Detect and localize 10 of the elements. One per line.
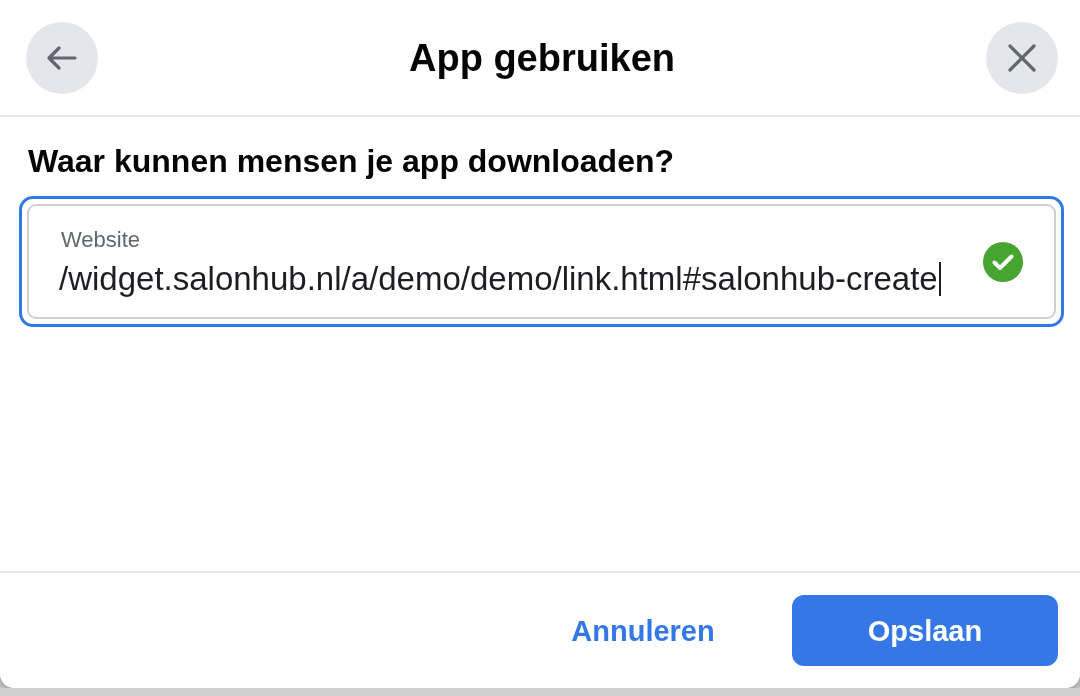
text-cursor-icon [938, 261, 941, 296]
close-icon [1008, 43, 1036, 72]
dialog-title: App gebruiken [409, 35, 675, 80]
website-field[interactable]: Website /widget.salonhub.nl/a/demo/demo/link.html#salonhub-create [27, 204, 1056, 319]
question-heading: Waar kunnen mensen je app downloaden? [28, 142, 675, 180]
back-arrow-icon [47, 45, 77, 70]
field-label: Website [61, 225, 142, 254]
cancel-button[interactable]: Annuleren [553, 595, 733, 666]
save-button[interactable]: Opslaan [792, 595, 1058, 666]
field-value: /widget.salonhub.nl/a/demo/demo/link.html#salonhub-create [59, 259, 938, 298]
